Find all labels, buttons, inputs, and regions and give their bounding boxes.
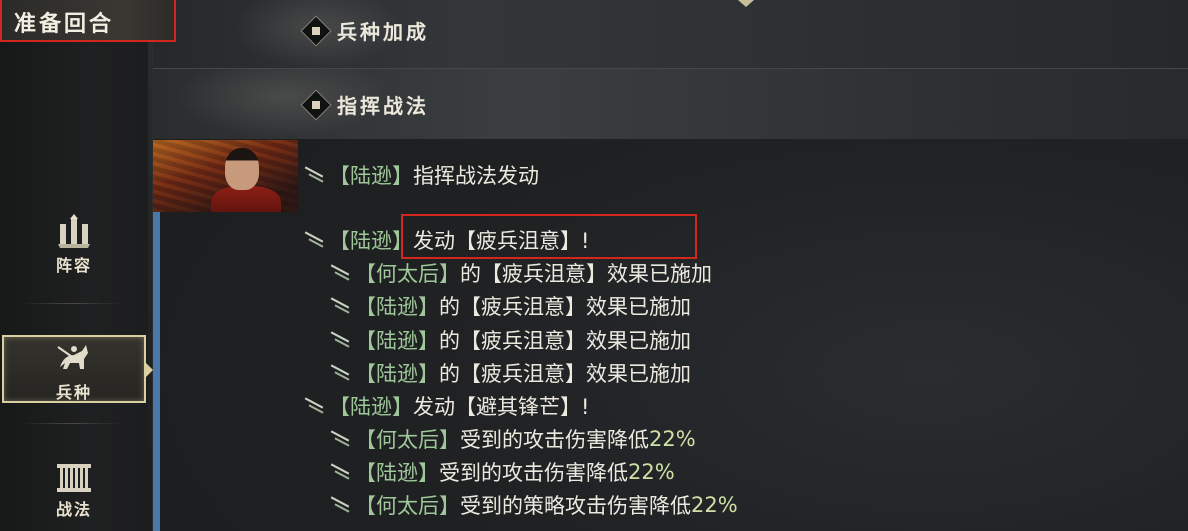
log-line: 【陆逊】指挥战法发动 — [303, 160, 539, 190]
log-text: 的【疲兵沮意】效果已施加 — [460, 262, 712, 286]
troop-bonus-label: 兵种加成 — [337, 20, 429, 44]
log-text: 的【疲兵沮意】效果已施加 — [439, 295, 691, 319]
log-text: 受到的攻击伤害降低 — [460, 428, 649, 452]
log-text: 受到的策略攻击伤害降低 — [460, 494, 691, 518]
active-arrow-icon — [146, 363, 153, 377]
log-accent-bar — [153, 212, 160, 531]
blade-icon — [329, 331, 353, 349]
log-text: 指挥战法发动 — [413, 164, 539, 188]
log-percent: 22% — [691, 493, 738, 517]
blade-icon — [329, 364, 353, 382]
sidebar-item-label: 兵种 — [55, 383, 92, 402]
troop-bonus-title: 兵种加成 — [300, 14, 429, 47]
round-title-tab[interactable]: 准备回合 — [0, 0, 176, 42]
log-general-name: 陆逊 — [350, 395, 392, 419]
blade-icon — [329, 297, 353, 315]
blade-icon — [329, 496, 353, 514]
log-line: 【陆逊】的【疲兵沮意】效果已施加 — [329, 291, 691, 321]
log-line: 【何太后】受到的攻击伤害降低 22% — [329, 424, 696, 454]
log-text: 受到的攻击伤害降低 — [439, 461, 628, 485]
highlight-box — [401, 214, 697, 259]
fire-icon — [300, 14, 332, 47]
log-general-name: 陆逊 — [376, 295, 418, 319]
sidebar-divider — [22, 303, 122, 304]
sidebar-item-label: 阵容 — [55, 256, 92, 275]
sidebar-item-formation[interactable]: 阵容 — [0, 214, 148, 284]
log-text: 发动【避其锋芒】! — [413, 395, 590, 419]
tactics-icon — [57, 464, 91, 492]
blade-icon — [303, 166, 327, 184]
log-line: 【何太后】受到的策略攻击伤害降低 22% — [329, 490, 738, 520]
log-line: 【陆逊】的【疲兵沮意】效果已施加 — [329, 325, 691, 355]
general-portrait — [153, 140, 298, 212]
log-line: 【陆逊】受到的攻击伤害降低 22% — [329, 457, 675, 487]
blade-icon — [303, 231, 327, 249]
log-general-name: 陆逊 — [350, 164, 392, 188]
sidebar-edge — [148, 0, 152, 531]
cavalry-icon — [57, 345, 88, 369]
sidebar-item-label: 战法 — [55, 500, 92, 519]
log-line: 【陆逊】发动【避其锋芒】! — [303, 391, 589, 421]
log-general-name: 何太后 — [376, 494, 439, 518]
blade-icon — [329, 430, 353, 448]
sidebar-item-troops[interactable]: 兵种 — [2, 335, 153, 403]
blade-icon — [303, 397, 327, 415]
log-general-name: 陆逊 — [376, 461, 418, 485]
command-tactics-title: 指挥战法 — [300, 88, 429, 121]
portrait-head — [225, 148, 259, 190]
log-percent: 22% — [628, 460, 675, 484]
log-general-name: 陆逊 — [376, 362, 418, 386]
sidebar-item-tactics[interactable]: 战法 — [0, 458, 148, 528]
top-marker-icon — [738, 0, 754, 7]
tactics-diamond-icon — [300, 88, 332, 121]
log-general-name: 陆逊 — [376, 329, 418, 353]
formation-icon — [58, 214, 90, 248]
round-title-label: 准备回合 — [14, 11, 115, 37]
command-tactics-label: 指挥战法 — [337, 94, 429, 118]
log-line: 【何太后】的【疲兵沮意】效果已施加 — [329, 258, 712, 288]
log-general-name: 陆逊 — [350, 229, 392, 253]
sidebar-divider — [22, 423, 122, 424]
log-percent: 22% — [649, 427, 696, 451]
log-general-name: 何太后 — [376, 262, 439, 286]
log-general-name: 何太后 — [376, 428, 439, 452]
log-line: 【陆逊】的【疲兵沮意】效果已施加 — [329, 358, 691, 388]
blade-icon — [329, 463, 353, 481]
sidebar: 阵容 兵种 战法 — [0, 0, 153, 531]
log-text: 的【疲兵沮意】效果已施加 — [439, 329, 691, 353]
log-text: 的【疲兵沮意】效果已施加 — [439, 362, 691, 386]
battle-report-panel: 兵种加成 指挥战法 【陆逊】指挥战法发动 【陆逊】发动【疲兵沮意】! 【何太后】… — [153, 0, 1188, 531]
blade-icon — [329, 264, 353, 282]
